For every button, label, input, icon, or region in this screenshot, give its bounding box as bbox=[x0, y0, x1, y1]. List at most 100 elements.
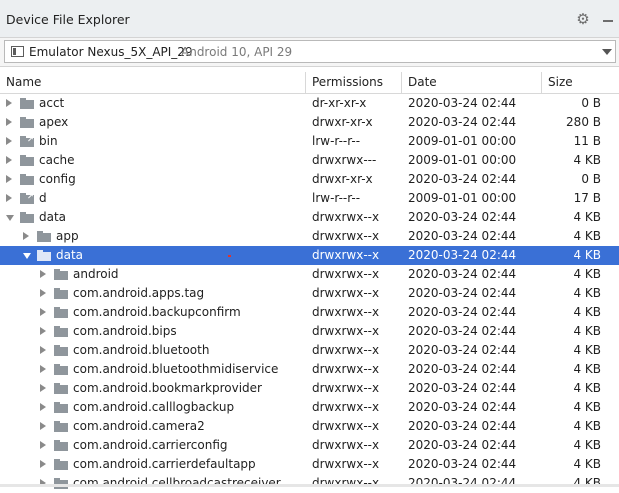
file-permissions: drwxrwx--x bbox=[312, 419, 380, 433]
table-row[interactable]: com.android.bookmarkprovider drwxrwx--x 20… bbox=[0, 379, 619, 398]
folder-icon bbox=[54, 440, 68, 451]
device-icon bbox=[11, 46, 24, 57]
column-header-permissions[interactable]: Permissions bbox=[306, 72, 402, 93]
collapse-arrow-icon[interactable] bbox=[6, 215, 14, 221]
expand-arrow-icon[interactable] bbox=[40, 346, 46, 354]
collapse-arrow-icon[interactable] bbox=[23, 253, 31, 259]
expand-arrow-icon[interactable] bbox=[40, 441, 46, 449]
table-row[interactable]: data drwxrwx--x 2020-03-24 02:44 4 KB bbox=[0, 208, 619, 227]
file-name: data bbox=[39, 210, 67, 224]
folder-icon bbox=[20, 117, 34, 128]
table-row[interactable]: com.android.camera2 drwxrwx--x 2020-03-24 … bbox=[0, 417, 619, 436]
expand-arrow-icon[interactable] bbox=[6, 156, 12, 164]
expand-arrow-icon[interactable] bbox=[6, 194, 12, 202]
file-name: com.android.bips bbox=[73, 324, 177, 338]
column-header-size[interactable]: Size bbox=[542, 72, 619, 93]
expand-arrow-icon[interactable] bbox=[40, 289, 46, 297]
folder-icon bbox=[20, 212, 34, 223]
table-row[interactable]: com.android.bluetooth drwxrwx--x 2020-03-2… bbox=[0, 341, 619, 360]
folder-icon bbox=[54, 383, 68, 394]
table-row[interactable]: com.android.calllogbackup drwxrwx--x 2020-… bbox=[0, 398, 619, 417]
file-size: 4 KB bbox=[573, 457, 601, 471]
file-date: 2020-03-24 02:44 bbox=[408, 419, 517, 433]
file-name: com.android.bookmarkprovider bbox=[73, 381, 262, 395]
file-permissions: drwxrwx--x bbox=[312, 381, 380, 395]
file-date: 2020-03-24 02:44 bbox=[408, 115, 517, 129]
expand-arrow-icon[interactable] bbox=[23, 232, 29, 240]
file-name: data bbox=[56, 248, 84, 262]
file-size: 4 KB bbox=[573, 324, 601, 338]
table-row[interactable]: acct dr-xr-xr-x 2020-03-24 02:44 0 B bbox=[0, 94, 619, 113]
file-permissions: drwxrwx--x bbox=[312, 324, 380, 338]
table-row[interactable]: com.android.carrierconfig drwxrwx--x 2020-… bbox=[0, 436, 619, 455]
table-row[interactable]: data drwxrwx--x 2020-03-24 02:44 4 KB bbox=[0, 246, 619, 265]
table-row[interactable]: com.android.bips drwxrwx--x 2020-03-24 02:… bbox=[0, 322, 619, 341]
file-date: 2020-03-24 02:44 bbox=[408, 343, 517, 357]
file-size: 4 KB bbox=[573, 305, 601, 319]
gear-icon[interactable]: ⚙ bbox=[575, 11, 591, 27]
cursor-marker bbox=[228, 255, 231, 257]
file-date: 2020-03-24 02:44 bbox=[408, 381, 517, 395]
panel-title: Device File Explorer bbox=[6, 12, 130, 27]
table-row[interactable]: com.android.carrierdefaultapp drwxrwx--x 2… bbox=[0, 455, 619, 474]
file-name: com.android.bluetoothmidiservice bbox=[73, 362, 279, 376]
device-info: Android 10, API 29 bbox=[181, 45, 293, 59]
file-name: com.android.backupconfirm bbox=[73, 305, 241, 319]
column-header-name[interactable]: Name bbox=[0, 72, 306, 93]
expand-arrow-icon[interactable] bbox=[40, 270, 46, 278]
table-row[interactable]: config drwxr-xr-x 2020-03-24 02:44 0 B bbox=[0, 170, 619, 189]
tool-window-header: Device File Explorer ⚙ bbox=[0, 0, 619, 38]
file-size: 280 B bbox=[566, 115, 601, 129]
file-permissions: drwxrwx--x bbox=[312, 210, 380, 224]
file-date: 2020-03-24 02:44 bbox=[408, 324, 517, 338]
file-size: 4 KB bbox=[573, 362, 601, 376]
file-date: 2020-03-24 02:44 bbox=[408, 438, 517, 452]
column-header-date[interactable]: Date bbox=[402, 72, 542, 93]
file-permissions: lrw-r--r-- bbox=[312, 134, 361, 148]
expand-arrow-icon[interactable] bbox=[40, 422, 46, 430]
expand-arrow-icon[interactable] bbox=[40, 403, 46, 411]
expand-arrow-icon[interactable] bbox=[40, 460, 46, 468]
table-row[interactable]: app drwxrwx--x 2020-03-24 02:44 4 KB bbox=[0, 227, 619, 246]
file-name: android bbox=[73, 267, 119, 281]
file-name: com.android.carrierconfig bbox=[73, 438, 228, 452]
folder-icon bbox=[54, 364, 68, 375]
file-date: 2020-03-24 02:44 bbox=[408, 267, 517, 281]
expand-arrow-icon[interactable] bbox=[6, 99, 12, 107]
folder-icon bbox=[37, 250, 51, 261]
expand-arrow-icon[interactable] bbox=[6, 118, 12, 126]
table-row[interactable]: com.android.apps.tag drwxrwx--x 2020-03-24… bbox=[0, 284, 619, 303]
file-date: 2020-03-24 02:44 bbox=[408, 96, 517, 110]
file-size: 17 B bbox=[573, 191, 601, 205]
folder-icon bbox=[54, 402, 68, 413]
file-name: com.android.carrierdefaultapp bbox=[73, 457, 256, 471]
file-size: 0 B bbox=[581, 172, 601, 186]
folder-icon bbox=[54, 421, 68, 432]
table-row[interactable]: apex drwxr-xr-x 2020-03-24 02:44 280 B bbox=[0, 113, 619, 132]
table-row[interactable]: ↗ d lrw-r--r-- 2009-01-01 00:00 17 B bbox=[0, 189, 619, 208]
folder-icon bbox=[54, 288, 68, 299]
table-row[interactable]: com.android.backupconfirm drwxrwx--x 2020-… bbox=[0, 303, 619, 322]
table-row[interactable]: cache drwxrwx--- 2009-01-01 00:00 4 KB bbox=[0, 151, 619, 170]
minimize-icon[interactable] bbox=[601, 11, 615, 27]
file-permissions: drwxrwx--x bbox=[312, 229, 380, 243]
file-permissions: drwxrwx--- bbox=[312, 153, 377, 167]
table-row[interactable]: ↗ bin lrw-r--r-- 2009-01-01 00:00 11 B bbox=[0, 132, 619, 151]
expand-arrow-icon[interactable] bbox=[6, 175, 12, 183]
folder-icon bbox=[54, 307, 68, 318]
expand-arrow-icon[interactable] bbox=[6, 137, 12, 145]
expand-arrow-icon[interactable] bbox=[40, 384, 46, 392]
table-row[interactable]: com.android.bluetoothmidiservice drwxrwx-… bbox=[0, 360, 619, 379]
expand-arrow-icon[interactable] bbox=[40, 308, 46, 316]
expand-arrow-icon[interactable] bbox=[40, 365, 46, 373]
file-name: com.android.camera2 bbox=[73, 419, 205, 433]
table-row[interactable]: android drwxrwx--x 2020-03-24 02:44 4 KB bbox=[0, 265, 619, 284]
file-permissions: drwxrwx--x bbox=[312, 400, 380, 414]
file-date: 2020-03-24 02:44 bbox=[408, 286, 517, 300]
folder-icon bbox=[54, 326, 68, 337]
file-size: 11 B bbox=[573, 134, 601, 148]
chevron-down-icon[interactable] bbox=[602, 49, 612, 55]
expand-arrow-icon[interactable] bbox=[40, 327, 46, 335]
file-name: cache bbox=[39, 153, 75, 167]
device-dropdown[interactable]: Emulator Nexus_5X_API_29 Android 10, API… bbox=[4, 40, 616, 63]
